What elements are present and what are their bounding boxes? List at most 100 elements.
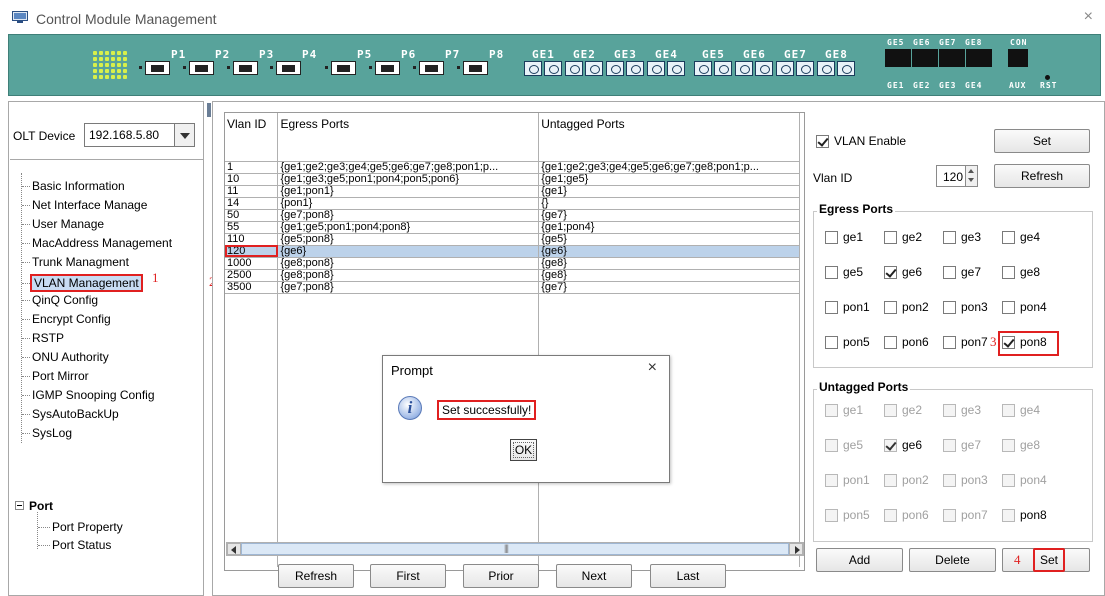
- chevron-down-icon[interactable]: [174, 124, 194, 146]
- table-row[interactable]: 1 {ge1;ge2;ge3;ge4;ge5;ge6;ge7;ge8;pon1;p…: [225, 161, 800, 174]
- highlight-pon8: [998, 331, 1059, 356]
- splitter-handle[interactable]: [207, 103, 211, 117]
- add-button[interactable]: Add: [816, 548, 903, 572]
- egress-checkbox-pon6[interactable]: [884, 336, 897, 349]
- prior-button[interactable]: Prior: [463, 564, 539, 588]
- status-led: [111, 63, 115, 67]
- column-header-untagged-ports[interactable]: Untagged Ports: [538, 113, 800, 162]
- egress-checkbox-ge5[interactable]: [825, 266, 838, 279]
- tree-item[interactable]: Port Mirror: [22, 369, 89, 383]
- egress-checkbox-ge1[interactable]: [825, 231, 838, 244]
- untagged-checkbox-pon3[interactable]: [943, 474, 956, 487]
- uplink-port-icon: [966, 49, 992, 67]
- egress-checkbox-ge3[interactable]: [943, 231, 956, 244]
- egress-checkbox-ge7[interactable]: [943, 266, 956, 279]
- egress-checkbox-ge2[interactable]: [884, 231, 897, 244]
- untagged-checkbox-pon2[interactable]: [884, 474, 897, 487]
- scroll-thumb[interactable]: [241, 543, 789, 555]
- set-button[interactable]: Set: [994, 129, 1090, 153]
- tree-item[interactable]: VLAN Management: [22, 274, 143, 292]
- egress-checkbox-pon3[interactable]: [943, 301, 956, 314]
- ok-button[interactable]: OK: [510, 439, 537, 461]
- untagged-checkbox-ge5[interactable]: [825, 439, 838, 452]
- next-button[interactable]: Next: [556, 564, 632, 588]
- table-row[interactable]: 110 {ge5;pon8} {ge5}: [225, 233, 800, 246]
- untagged-label-pon6: pon6: [902, 508, 929, 522]
- egress-checkbox-pon5[interactable]: [825, 336, 838, 349]
- table-row[interactable]: 1000 {ge8;pon8} {ge8}: [225, 257, 800, 270]
- column-header-egress-ports[interactable]: Egress Ports: [277, 113, 540, 162]
- tree-item[interactable]: Net Interface Manage: [21, 198, 147, 212]
- tree-item-port-property[interactable]: Port Property: [38, 520, 123, 534]
- tree-item[interactable]: Basic Information: [22, 179, 125, 193]
- tree-item[interactable]: IGMP Snooping Config: [22, 388, 155, 402]
- vlan-table: Vlan ID Egress Ports Untagged Ports 1 {ge…: [225, 113, 800, 567]
- cell-egress-ports: {ge8;pon8}: [277, 269, 540, 282]
- vlan-id-spinner[interactable]: 120: [936, 165, 978, 187]
- tree-item-port[interactable]: Port: [29, 499, 53, 513]
- untagged-checkbox-ge2[interactable]: [884, 404, 897, 417]
- untagged-checkbox-ge8[interactable]: [1002, 439, 1015, 452]
- table-row[interactable]: 55 {ge1;ge5;pon1;pon4;pon8} {ge1;pon4}: [225, 221, 800, 234]
- table-row[interactable]: 14 {pon1}{}: [225, 197, 800, 210]
- untagged-checkbox-ge4[interactable]: [1002, 404, 1015, 417]
- untagged-checkbox-ge7[interactable]: [943, 439, 956, 452]
- uplink-top-label: GE8: [965, 38, 983, 47]
- tree-item[interactable]: QinQ Config: [21, 293, 98, 307]
- egress-label-ge8: ge8: [1020, 265, 1041, 279]
- tree-item-port-status[interactable]: Port Status: [37, 538, 111, 552]
- pon-port-icon: [145, 61, 170, 75]
- untagged-checkbox-pon6[interactable]: [884, 509, 897, 522]
- untagged-checkbox-ge1[interactable]: [825, 404, 838, 417]
- window-title: Control Module Management: [36, 11, 217, 27]
- egress-checkbox-pon7[interactable]: [943, 336, 956, 349]
- untagged-checkbox-pon4[interactable]: [1002, 474, 1015, 487]
- status-led: [123, 63, 127, 67]
- reset-button-icon[interactable]: [1045, 75, 1050, 80]
- untagged-checkbox-pon7[interactable]: [943, 509, 956, 522]
- egress-label-ge5: ge5: [843, 265, 864, 279]
- tree-item[interactable]: User Manage: [21, 217, 104, 231]
- collapse-icon[interactable]: [15, 501, 24, 510]
- tree-item[interactable]: RSTP: [21, 331, 64, 345]
- tree-item[interactable]: SysLog: [21, 426, 72, 440]
- table-row[interactable]: 11 {ge1;pon1} {ge1}: [225, 185, 800, 198]
- untagged-checkbox-pon5[interactable]: [825, 509, 838, 522]
- config-refresh-button[interactable]: Refresh: [994, 164, 1090, 188]
- tree-item[interactable]: Encrypt Config: [22, 312, 111, 326]
- dialog-close-icon[interactable]: ×: [648, 359, 657, 377]
- untagged-checkbox-ge6[interactable]: [884, 439, 897, 452]
- untagged-checkbox-pon1[interactable]: [825, 474, 838, 487]
- column-header-vlan-id[interactable]: Vlan ID: [225, 113, 279, 162]
- untagged-checkbox-pon8[interactable]: [1002, 509, 1015, 522]
- window-close-icon[interactable]: ×: [1084, 8, 1093, 26]
- olt-device-select[interactable]: 192.168.5.80: [84, 123, 195, 147]
- table-row[interactable]: 120 {ge6} {ge6}: [225, 245, 800, 258]
- delete-button[interactable]: Delete: [909, 548, 996, 572]
- bottom-set-button[interactable]: Set: [1033, 548, 1065, 572]
- tree-item[interactable]: SysAutoBackUp: [22, 407, 119, 421]
- tree-item[interactable]: Trunk Managment: [22, 255, 129, 269]
- tree-item[interactable]: MacAddress Management: [21, 236, 172, 250]
- table-row[interactable]: 2500 {ge8;pon8} {ge8}: [225, 269, 800, 282]
- vlan-enable-checkbox[interactable]: [816, 135, 829, 148]
- table-row[interactable]: 3500 {ge7;pon8} {ge7}: [225, 281, 800, 294]
- horizontal-scrollbar[interactable]: [226, 542, 804, 556]
- egress-checkbox-pon4[interactable]: [1002, 301, 1015, 314]
- egress-checkbox-ge8[interactable]: [1002, 266, 1015, 279]
- table-row[interactable]: 50 {ge7;pon8} {ge7}: [225, 209, 800, 222]
- tree-item[interactable]: ONU Authority: [22, 350, 109, 364]
- refresh-button[interactable]: Refresh: [278, 564, 354, 588]
- scroll-right-icon[interactable]: [789, 543, 803, 555]
- last-button[interactable]: Last: [650, 564, 726, 588]
- egress-checkbox-pon1[interactable]: [825, 301, 838, 314]
- untagged-checkbox-ge3[interactable]: [943, 404, 956, 417]
- egress-checkbox-ge4[interactable]: [1002, 231, 1015, 244]
- first-button[interactable]: First: [370, 564, 446, 588]
- scroll-left-icon[interactable]: [227, 543, 241, 555]
- spinner-arrows-icon[interactable]: [965, 166, 977, 186]
- egress-checkbox-ge6[interactable]: [884, 266, 897, 279]
- egress-checkbox-pon2[interactable]: [884, 301, 897, 314]
- table-row[interactable]: 10 {ge1;ge3;ge5;pon1;pon4;pon5;pon6} {ge1;…: [225, 173, 800, 186]
- vlan-table-container: Vlan ID Egress Ports Untagged Ports 1 {ge…: [224, 112, 805, 571]
